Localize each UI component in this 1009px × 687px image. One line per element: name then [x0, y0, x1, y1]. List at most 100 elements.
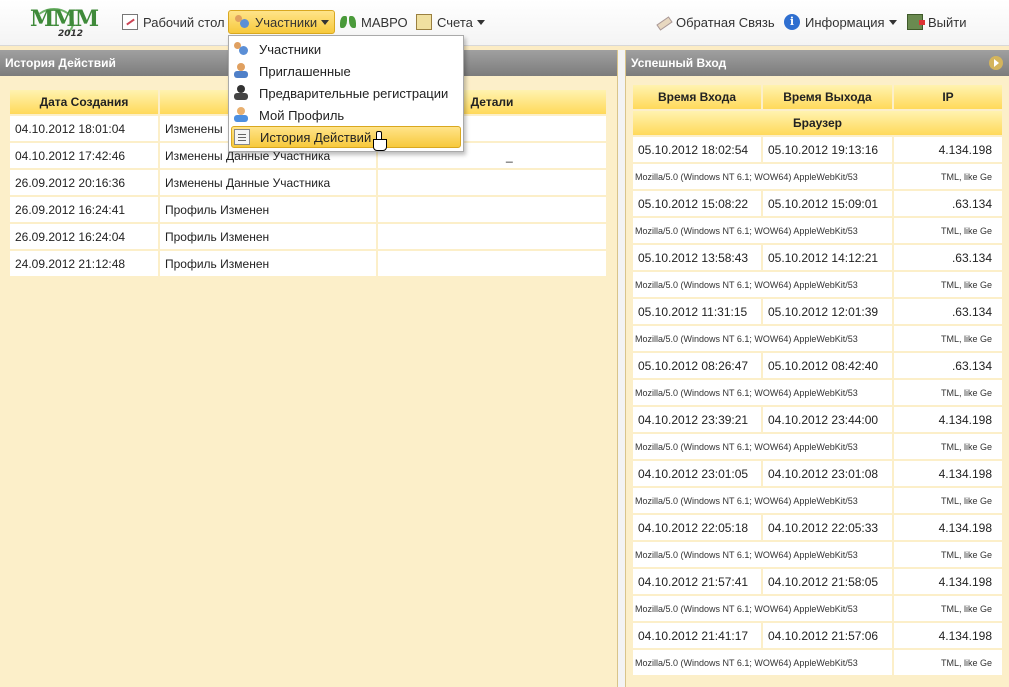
table-row[interactable]: 26.09.2012 16:24:41 Профиль Изменен: [10, 197, 606, 222]
invited-icon: [233, 63, 249, 79]
table-row-browser[interactable]: Mozilla/5.0 (Windows NT 6.1; WOW64) Appl…: [633, 218, 1002, 243]
column-header-logout-time[interactable]: Время Выхода: [763, 85, 892, 109]
table-row-browser[interactable]: Mozilla/5.0 (Windows NT 6.1; WOW64) Appl…: [633, 326, 1002, 351]
feedback-icon: [655, 14, 671, 30]
info-icon: i: [784, 14, 800, 30]
nav-participants[interactable]: Участники: [228, 10, 336, 34]
column-header-date[interactable]: Дата Создания: [10, 90, 158, 114]
browser-cell: Mozilla/5.0 (Windows NT 6.1; WOW64) Appl…: [633, 650, 892, 675]
menu-item-participants[interactable]: Участники: [229, 38, 463, 60]
history-date-cell: 04.10.2012 17:42:46: [10, 143, 158, 168]
column-header-login-time[interactable]: Время Входа: [633, 85, 761, 109]
login-time-cell: 05.10.2012 18:02:54: [633, 137, 761, 162]
nav-accounts[interactable]: Счета: [416, 10, 485, 34]
nav-desktop[interactable]: Рабочий стол: [122, 10, 225, 34]
login-time-cell: 05.10.2012 11:31:15: [633, 299, 761, 324]
logout-time-cell: 05.10.2012 19:13:16: [763, 137, 892, 162]
browser-tail-cell: TML, like Ge: [894, 326, 1002, 351]
table-row-browser[interactable]: Mozilla/5.0 (Windows NT 6.1; WOW64) Appl…: [633, 434, 1002, 459]
table-row[interactable]: 04.10.2012 21:41:17 04.10.2012 21:57:06 4.…: [633, 623, 1002, 648]
browser-cell: Mozilla/5.0 (Windows NT 6.1; WOW64) Appl…: [633, 164, 892, 189]
panel-divider[interactable]: [618, 50, 625, 687]
table-row[interactable]: 05.10.2012 11:31:15 05.10.2012 12:01:39.6…: [633, 299, 1002, 324]
logo-year: 2012: [58, 29, 84, 39]
history-date-cell: 04.10.2012 18:01:04: [10, 116, 158, 141]
ip-cell: .63.134: [894, 245, 1002, 270]
nav-mavro-label: МАВРО: [361, 14, 408, 30]
table-row-browser[interactable]: Mozilla/5.0 (Windows NT 6.1; WOW64) Appl…: [633, 488, 1002, 513]
nav-feedback-label: Обратная Связь: [676, 14, 775, 30]
browser-tail-cell: TML, like Ge: [894, 218, 1002, 243]
browser-cell: Mozilla/5.0 (Windows NT 6.1; WOW64) Appl…: [633, 272, 892, 297]
history-details-cell: [378, 197, 606, 222]
history-details-cell: [378, 251, 606, 276]
accounts-icon: [416, 14, 432, 30]
mmm-logo[interactable]: МММ 2012: [30, 6, 99, 44]
collapse-panel-icon[interactable]: [989, 56, 1003, 70]
login-time-cell: 05.10.2012 13:58:43: [633, 245, 761, 270]
history-date-cell: 26.09.2012 16:24:04: [10, 224, 158, 249]
browser-tail-cell: TML, like Ge: [894, 164, 1002, 189]
history-date-cell: 24.09.2012 21:12:48: [10, 251, 158, 276]
table-row[interactable]: 26.09.2012 16:24:04 Профиль Изменен: [10, 224, 606, 249]
table-row-browser[interactable]: Mozilla/5.0 (Windows NT 6.1; WOW64) Appl…: [633, 542, 1002, 567]
history-details-cell: [378, 224, 606, 249]
table-row[interactable]: 05.10.2012 08:26:47 05.10.2012 08:42:40.6…: [633, 353, 1002, 378]
browser-cell: Mozilla/5.0 (Windows NT 6.1; WOW64) Appl…: [633, 542, 892, 567]
browser-tail-cell: TML, like Ge: [894, 488, 1002, 513]
table-row[interactable]: 24.09.2012 21:12:48 Профиль Изменен: [10, 251, 606, 276]
history-date-cell: 26.09.2012 20:16:36: [10, 170, 158, 195]
menu-item-my-profile[interactable]: Мой Профиль: [229, 104, 463, 126]
profile-icon: [233, 107, 249, 123]
participants-dropdown-menu: Участники Приглашенные Предварительные р…: [228, 35, 464, 152]
table-row-browser[interactable]: Mozilla/5.0 (Windows NT 6.1; WOW64) Appl…: [633, 164, 1002, 189]
table-row[interactable]: 04.10.2012 23:01:05 04.10.2012 23:01:08 4.…: [633, 461, 1002, 486]
table-row-browser[interactable]: Mozilla/5.0 (Windows NT 6.1; WOW64) Appl…: [633, 650, 1002, 675]
desktop-icon: [122, 14, 138, 30]
browser-cell: Mozilla/5.0 (Windows NT 6.1; WOW64) Appl…: [633, 596, 892, 621]
table-row[interactable]: 05.10.2012 18:02:54 05.10.2012 19:13:16 4.…: [633, 137, 1002, 162]
logins-panel-title: Успешный Вход: [626, 50, 1009, 76]
history-action-cell: Изменены Данные Участника: [160, 170, 376, 195]
logout-time-cell: 05.10.2012 14:12:21: [763, 245, 892, 270]
table-row[interactable]: 05.10.2012 13:58:43 05.10.2012 14:12:21.6…: [633, 245, 1002, 270]
logins-header-row: Время Входа Время Выхода IP: [633, 85, 1002, 109]
logins-subheader-row: Браузер: [633, 111, 1002, 135]
browser-cell: Mozilla/5.0 (Windows NT 6.1; WOW64) Appl…: [633, 218, 892, 243]
nav-exit[interactable]: Выйти: [907, 10, 967, 34]
nav-info[interactable]: i Информация: [784, 10, 897, 34]
nav-feedback[interactable]: Обратная Связь: [655, 10, 775, 34]
browser-tail-cell: TML, like Ge: [894, 272, 1002, 297]
ip-cell: 4.134.198: [894, 569, 1002, 594]
ip-cell: .63.134: [894, 353, 1002, 378]
redacted-block: [380, 170, 570, 188]
users-icon: [234, 14, 250, 30]
nav-mavro[interactable]: МАВРО: [340, 10, 408, 34]
menu-item-invited[interactable]: Приглашенные: [229, 60, 463, 82]
column-header-ip[interactable]: IP: [894, 85, 1002, 109]
menu-item-preregistrations[interactable]: Предварительные регистрации: [229, 82, 463, 104]
login-time-cell: 04.10.2012 21:57:41: [633, 569, 761, 594]
menu-item-action-history[interactable]: История Действий: [231, 126, 461, 148]
table-row[interactable]: 05.10.2012 15:08:22 05.10.2012 15:09:01.6…: [633, 191, 1002, 216]
top-navigation-bar: МММ 2012 Рабочий стол Участники МАВРО Сч…: [0, 0, 1009, 46]
table-row-browser[interactable]: Mozilla/5.0 (Windows NT 6.1; WOW64) Appl…: [633, 380, 1002, 405]
login-time-cell: 04.10.2012 21:41:17: [633, 623, 761, 648]
table-row[interactable]: 04.10.2012 23:39:21 04.10.2012 23:44:00 4.…: [633, 407, 1002, 432]
browser-cell: Mozilla/5.0 (Windows NT 6.1; WOW64) Appl…: [633, 434, 892, 459]
table-row-browser[interactable]: Mozilla/5.0 (Windows NT 6.1; WOW64) Appl…: [633, 596, 1002, 621]
column-header-browser[interactable]: Браузер: [633, 111, 1002, 135]
table-row-browser[interactable]: Mozilla/5.0 (Windows NT 6.1; WOW64) Appl…: [633, 272, 1002, 297]
chevron-down-icon: [321, 19, 330, 25]
history-date-cell: 26.09.2012 16:24:41: [10, 197, 158, 222]
nav-desktop-label: Рабочий стол: [143, 14, 225, 30]
history-action-cell: Профиль Изменен: [160, 197, 376, 222]
butterfly-icon: [340, 14, 356, 30]
browser-tail-cell: TML, like Ge: [894, 650, 1002, 675]
login-time-cell: 05.10.2012 15:08:22: [633, 191, 761, 216]
exit-icon: [907, 14, 925, 30]
table-row[interactable]: 04.10.2012 22:05:18 04.10.2012 22:05:33 4.…: [633, 515, 1002, 540]
ip-cell: 4.134.198: [894, 137, 1002, 162]
chevron-down-icon: [476, 19, 485, 25]
table-row[interactable]: 04.10.2012 21:57:41 04.10.2012 21:58:05 4.…: [633, 569, 1002, 594]
